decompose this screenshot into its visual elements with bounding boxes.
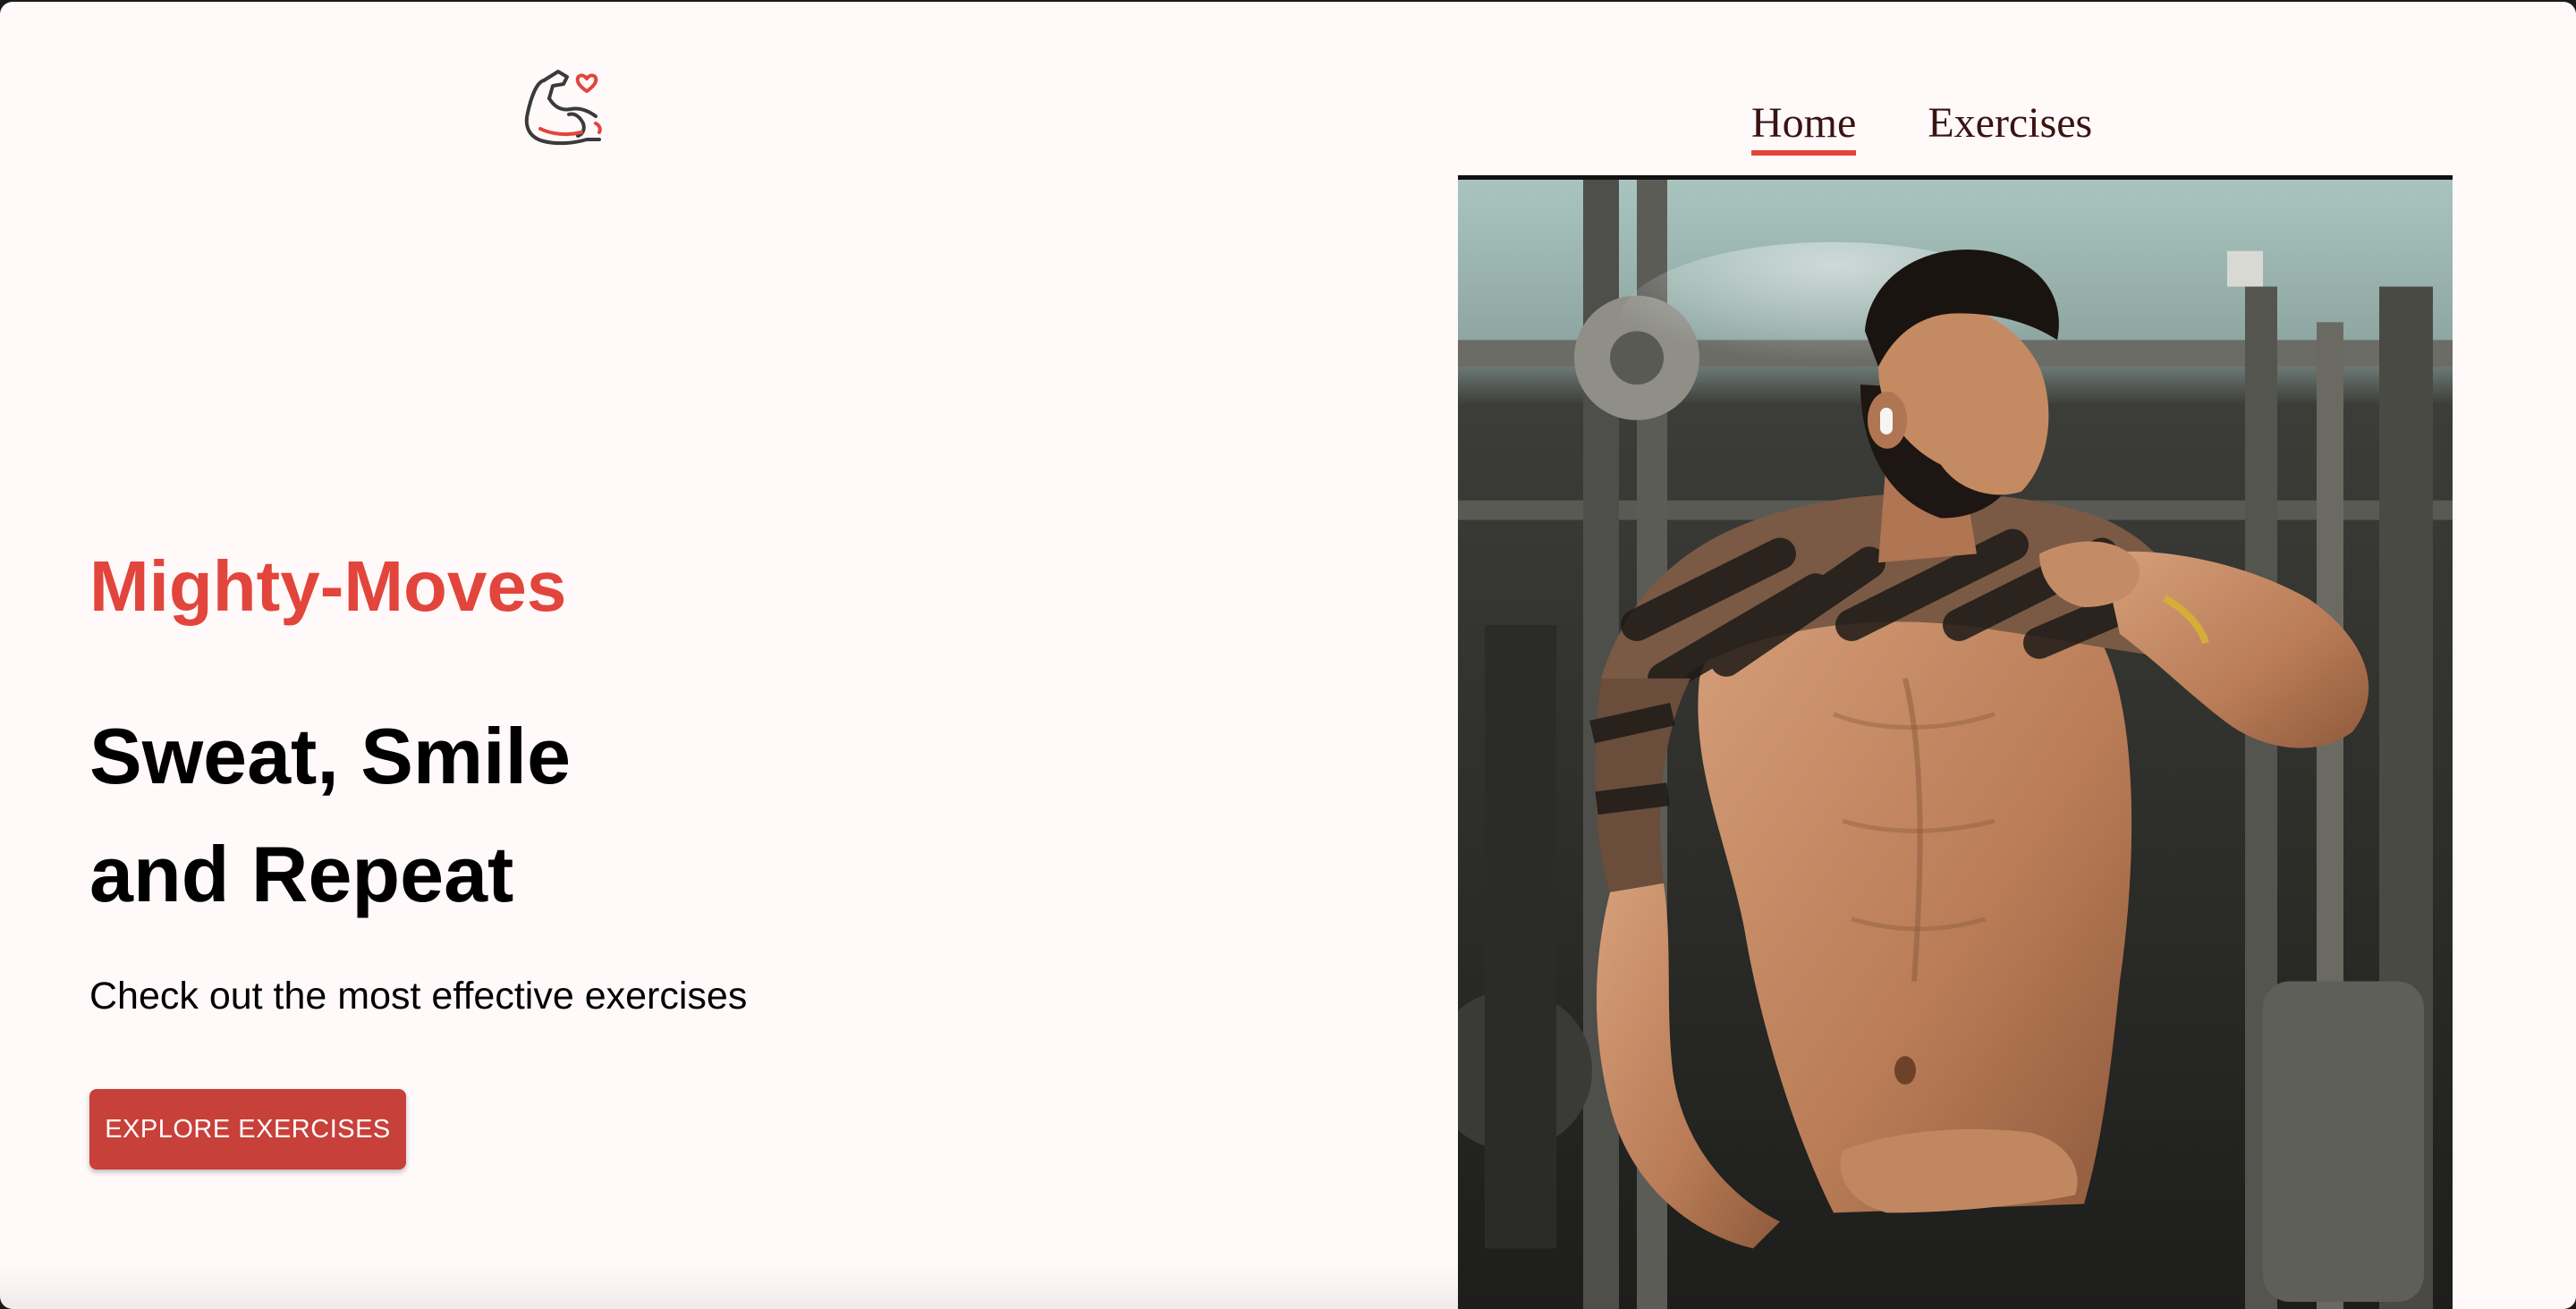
main-nav: Home Exercises: [1751, 98, 2092, 156]
page: Home Exercises Mighty-Moves Sweat, Smile…: [0, 2, 2576, 1309]
nav-exercises-link[interactable]: Exercises: [1928, 98, 2092, 148]
hero-subtext: Check out the most effective exercises: [89, 975, 748, 1018]
nav-home-link[interactable]: Home: [1751, 98, 1857, 156]
bottom-shade: [0, 1264, 1458, 1309]
explore-exercises-button[interactable]: EXPLORE EXERCISES: [89, 1089, 406, 1170]
gym-athlete-photo: [1458, 180, 2453, 1309]
flexed-bicep-heart-icon[interactable]: [517, 61, 606, 150]
headline-line-1: Sweat, Smile: [89, 712, 572, 800]
hero-image: [1458, 175, 2453, 1309]
hero-headline: Sweat, Smile and Repeat: [89, 697, 571, 933]
brand-title: Mighty-Moves: [89, 546, 567, 626]
headline-line-2: and Repeat: [89, 830, 514, 918]
